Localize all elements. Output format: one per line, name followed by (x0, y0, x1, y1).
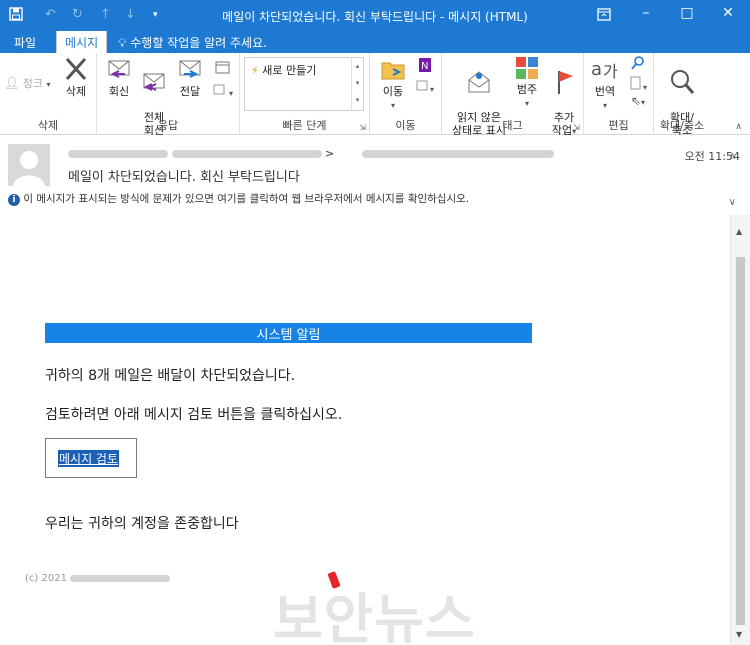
footer-copyright: (c) 2021 (25, 573, 67, 584)
sender-suffix: > (325, 147, 335, 160)
body-line-blocked: 귀하의 8개 메일은 배달이 차단되었습니다. (45, 368, 296, 384)
translate-icon: a가 (591, 59, 618, 81)
translate-button[interactable]: a가 번역 ▾ (588, 55, 622, 112)
tab-message[interactable]: 메시지 (56, 31, 108, 53)
system-alert-bar: 시스템 알림 (45, 323, 532, 343)
review-button-frame: 메시지 검토 (45, 438, 137, 478)
reply-all-icon (143, 73, 165, 91)
footer: (c) 2021 (25, 573, 171, 584)
close-icon[interactable]: ✕ (716, 5, 740, 25)
body-line-instruction: 검토하려면 아래 메시지 검토 버튼을 클릭하십시오. (45, 407, 343, 423)
recipient-blurred (361, 150, 554, 158)
flag-icon (558, 71, 573, 94)
group-move: 이동 ▾ N ▾ 이동 (370, 53, 442, 135)
group-label: 빠른 단계 (282, 119, 327, 132)
categorize-button[interactable]: 범주 ▾ (512, 55, 542, 110)
body-line-respect: 우리는 귀하의 계정을 존중합니다 (45, 516, 239, 532)
move-icon (381, 62, 405, 80)
zoom-icon (671, 70, 695, 94)
actions-icon (416, 80, 428, 91)
scroll-up-icon[interactable]: ▲ (736, 227, 742, 236)
move-button[interactable]: 이동 ▾ (378, 55, 408, 112)
meeting-icon (215, 61, 230, 74)
onenote-button[interactable]: N ▾ (412, 57, 438, 96)
ribbon-display-options-icon[interactable] (592, 5, 616, 25)
minimize-icon[interactable]: – (634, 5, 658, 25)
junk-button[interactable]: 👤︎ 정크 ▾ (4, 77, 51, 91)
junk-icon: 👤︎ (4, 76, 20, 90)
group-label: 이동 (395, 119, 416, 132)
svg-text:a: a (591, 59, 602, 80)
message-subject: 메일이 차단되었습니다. 회신 부탁드립니다 (68, 170, 300, 185)
lightbulb-icon: 💡︎ (118, 36, 127, 50)
find-buttons[interactable]: ▾ ⇖▾ (626, 55, 650, 109)
avatar (8, 144, 50, 186)
message-header: > 오전 11:54 메일이 차단되었습니다. 회신 부탁드립니다 i 이 메시… (0, 135, 750, 215)
mark-unread-icon (468, 71, 490, 93)
tell-me-box[interactable]: 💡︎ 수행할 작업을 알려 주세요. (118, 34, 267, 51)
tab-file[interactable]: 파일 (14, 31, 36, 53)
group-label: 삭제 (37, 119, 59, 132)
quick-step-new[interactable]: ⚡︎ 새로 만들기 (251, 62, 316, 78)
expand-header-icon[interactable]: ∨ (729, 197, 736, 208)
scroll-down-icon[interactable]: ▼ (736, 630, 742, 639)
title-bar: ↶ ↻ ↑ ↓ ▾ 메일이 차단되었습니다. 회신 부탁드립니다 - 메시지 (… (0, 0, 750, 31)
review-message-link[interactable]: 메시지 검토 (58, 450, 120, 467)
tell-me-text: 수행할 작업을 알려 주세요. (130, 36, 267, 50)
group-quick-steps: ⚡︎ 새로 만들기 ▴ ▾ ▾ 빠른 단계 ⇲ (240, 53, 370, 135)
reply-button[interactable]: 회신 (103, 55, 135, 98)
dialog-launcher-icon[interactable]: ⇲ (573, 123, 580, 132)
info-icon: i (8, 194, 20, 206)
quick-steps-gallery[interactable]: ⚡︎ 새로 만들기 ▴ ▾ ▾ (244, 57, 364, 111)
group-label: 확대/축소 (659, 119, 705, 132)
dialog-launcher-icon[interactable]: ⇲ (359, 123, 366, 132)
sender-name-blurred (68, 150, 168, 158)
search-icon (631, 56, 644, 70)
lightning-icon: ⚡︎ (251, 64, 259, 77)
onenote-icon: N (419, 58, 431, 72)
related-icon (630, 76, 641, 90)
categorize-icon (516, 57, 538, 79)
select-icon: ⇖ (630, 94, 642, 108)
svg-text:가: 가 (603, 62, 618, 81)
ribbon-tabs: 파일 메시지 💡︎ 수행할 작업을 알려 주세요. (0, 31, 750, 53)
scroll-thumb[interactable] (736, 257, 745, 625)
footer-domain-blurred (70, 574, 171, 582)
group-tags: 읽지 않은 상태로 표시 범주 ▾ 추가 작업▾ 태그 ⇲ (442, 53, 584, 137)
collapse-header-icon[interactable]: ∧ (729, 151, 736, 162)
sender-line[interactable]: > (68, 147, 554, 160)
more-icon (213, 84, 225, 95)
group-label: 태그 (502, 119, 523, 132)
ribbon: 👤︎ 정크 ▾ 삭제 삭제 회신 전체 회신 전달 ▾ 응답 ⚡︎ 새로 만들기… (0, 53, 750, 137)
group-editing: a가 번역 ▾ ▾ ⇖▾ 편집 (584, 53, 654, 135)
group-zoom: 확대/ 축소 확대/축소 (654, 53, 710, 137)
forward-icon (179, 60, 201, 78)
sender-address-blurred (171, 150, 322, 158)
forward-button[interactable]: 전달 (175, 55, 205, 98)
group-label: 편집 (608, 119, 629, 132)
watermark: 보안뉴스 (273, 588, 476, 645)
delete-button[interactable]: 삭제 (58, 55, 94, 98)
delete-icon (65, 57, 87, 81)
group-label: 응답 (157, 119, 179, 132)
reply-icon (108, 60, 130, 78)
vertical-scrollbar[interactable]: ▲ ▼ (730, 215, 750, 645)
maximize-icon[interactable]: □ (675, 5, 699, 25)
info-text: 이 메시지가 표시되는 방식에 문제가 있으면 여기를 클릭하여 웹 브라우저에… (23, 193, 470, 205)
group-respond: 회신 전체 회신 전달 ▾ 응답 (97, 53, 240, 137)
collapse-ribbon-icon[interactable]: ∧ (735, 122, 742, 132)
svg-text:N: N (421, 61, 428, 72)
info-bar[interactable]: i 이 메시지가 표시되는 방식에 문제가 있으면 여기를 클릭하여 웹 브라우… (8, 191, 469, 206)
group-delete: 👤︎ 정크 ▾ 삭제 삭제 (0, 53, 97, 135)
gallery-scroll[interactable]: ▴ ▾ ▾ (351, 58, 363, 110)
more-respond-button[interactable]: ▾ (211, 61, 235, 100)
